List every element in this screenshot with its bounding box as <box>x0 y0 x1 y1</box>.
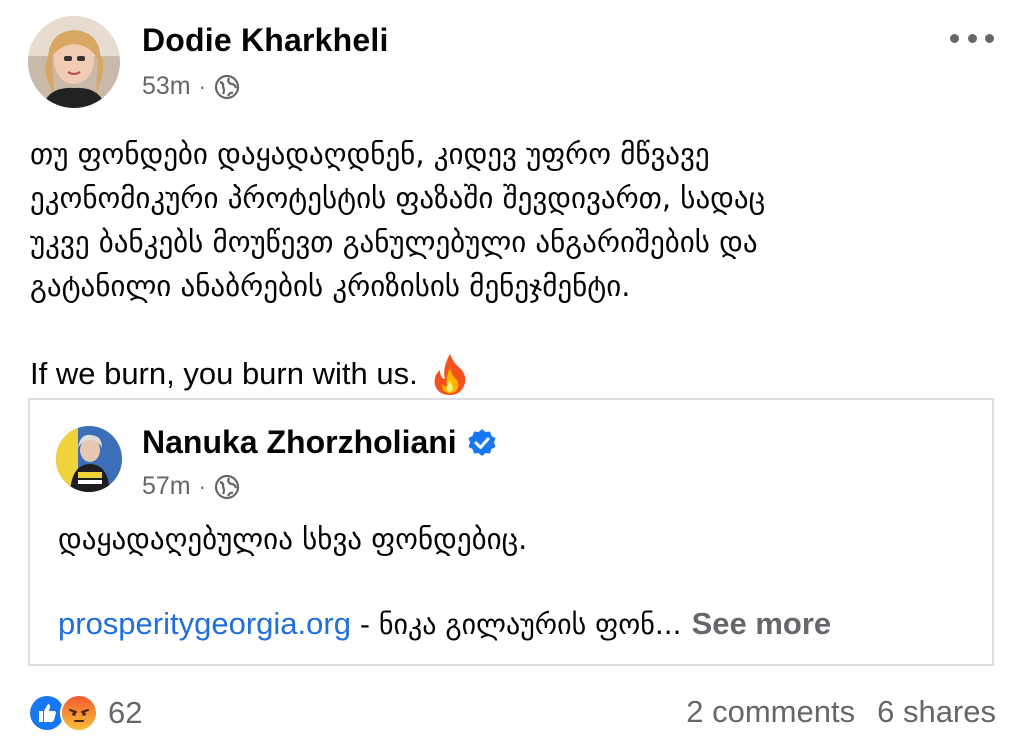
post-text-english: If we burn, you burn with us. <box>30 352 990 396</box>
globe-icon <box>214 74 240 100</box>
author-name[interactable]: Dodie Kharkheli <box>142 22 389 59</box>
shared-link-suffix: - ნიკა გილაურის ფონ... <box>350 608 682 641</box>
author-avatar[interactable] <box>28 16 120 108</box>
comments-count[interactable]: 2 comments <box>686 694 855 730</box>
post-text-line: უკვე ბანკებს მოუწევთ განულებული ანგარიშე… <box>30 225 758 259</box>
reaction-count: 62 <box>108 695 143 730</box>
dot-icon <box>985 33 994 43</box>
shared-post-time[interactable]: 57m <box>142 472 191 501</box>
post-footer: 62 2 comments 6 shares <box>28 690 996 732</box>
facebook-post: Dodie Kharkheli 53m · თუ ფონდები დაყადაღ… <box>0 0 1024 732</box>
fire-icon <box>432 352 468 396</box>
post-english-text: If we burn, you burn with us. <box>30 356 418 391</box>
shared-post-card[interactable]: Nanuka Zhorzholiani 57m · დაყადაღებულია … <box>28 398 994 666</box>
globe-icon <box>214 474 240 500</box>
shares-count[interactable]: 6 shares <box>877 694 996 730</box>
shared-link[interactable]: prosperitygeorgia.org <box>58 606 351 641</box>
dot-icon <box>950 33 959 43</box>
shared-author-name-text: Nanuka Zhorzholiani <box>142 424 457 460</box>
post-text-line: ეკონომიკური პროტესტის ფაზაში შევდივართ, … <box>30 181 766 215</box>
post-meta: 53m · <box>142 72 240 101</box>
shared-link-line: prosperitygeorgia.org - ნიკა გილაურის ფო… <box>58 606 831 642</box>
angry-icon <box>60 694 98 732</box>
shared-author-name[interactable]: Nanuka Zhorzholiani <box>142 424 497 461</box>
reactions-summary[interactable]: 62 <box>28 694 142 732</box>
post-time[interactable]: 53m <box>142 72 191 101</box>
verified-badge-icon <box>467 428 497 458</box>
dot-icon <box>967 33 977 43</box>
meta-separator: · <box>198 73 206 99</box>
shared-post-meta: 57m · <box>142 472 240 501</box>
shared-post-text: დაყადაღებულია სხვა ფონდებიც. <box>58 522 528 556</box>
meta-separator: · <box>198 473 206 499</box>
post-body: თუ ფონდები დაყადაღდნენ, კიდევ უფრო მწვავ… <box>30 132 990 396</box>
engagement-counts: 2 comments 6 shares <box>686 694 996 730</box>
shared-author-avatar[interactable] <box>56 426 122 492</box>
post-text-line: გატანილი ანაბრების კრიზისის მენეჯმენტი. <box>30 269 631 303</box>
see-more-button[interactable]: See more <box>692 606 832 641</box>
more-options-button[interactable] <box>950 26 994 50</box>
post-text-line: თუ ფონდები დაყადაღდნენ, კიდევ უფრო მწვავ… <box>30 137 710 171</box>
